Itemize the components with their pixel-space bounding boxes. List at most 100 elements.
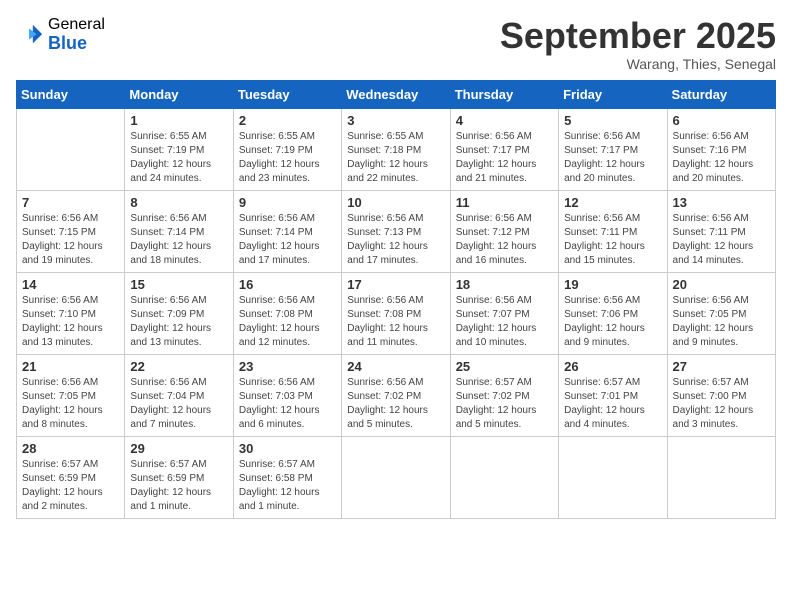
page-header: General Blue September 2025 Warang, Thie… [16,16,776,72]
day-number: 29 [130,441,227,456]
calendar-day-cell: 20 Sunrise: 6:56 AM Sunset: 7:05 PM Dayli… [667,272,775,354]
day-info: Sunrise: 6:57 AM Sunset: 7:02 PM Dayligh… [456,376,553,432]
logo-general: General [48,16,105,34]
day-info: Sunrise: 6:56 AM Sunset: 7:13 PM Dayligh… [347,212,444,268]
day-info: Sunrise: 6:56 AM Sunset: 7:17 PM Dayligh… [564,130,661,186]
calendar-day-cell: 3 Sunrise: 6:55 AM Sunset: 7:18 PM Daylig… [342,108,450,190]
calendar-day-cell: 18Sunrise: 6:56 AM Sunset: 7:07 PM Dayli… [450,272,558,354]
day-info: Sunrise: 6:56 AM Sunset: 7:08 PM Dayligh… [239,294,336,350]
calendar-day-cell: 30Sunrise: 6:57 AM Sunset: 6:58 PM Dayli… [233,436,341,518]
day-number: 4 [456,113,553,128]
day-info: Sunrise: 6:57 AM Sunset: 7:00 PM Dayligh… [673,376,770,432]
calendar-day-cell: 16 Sunrise: 6:56 AM Sunset: 7:08 PM Dayli… [233,272,341,354]
calendar-day-cell: 29 Sunrise: 6:57 AM Sunset: 6:59 PM Dayli… [125,436,233,518]
day-info: Sunrise: 6:56 AM Sunset: 7:07 PM Dayligh… [456,294,553,350]
logo-icon [16,21,44,49]
day-number: 21 [22,359,119,374]
day-info: Sunrise: 6:55 AM Sunset: 7:18 PM Dayligh… [347,130,444,186]
day-number: 17 [347,277,444,292]
day-number: 7 [22,195,119,210]
day-info: Sunrise: 6:56 AM Sunset: 7:16 PM Dayligh… [673,130,770,186]
calendar-week-row: 7 Sunrise: 6:56 AM Sunset: 7:15 PM Daylig… [17,190,776,272]
calendar-day-cell: 21 Sunrise: 6:56 AM Sunset: 7:05 PM Dayli… [17,354,125,436]
calendar-col-header: Wednesday [342,80,450,108]
day-number: 25 [456,359,553,374]
day-number: 2 [239,113,336,128]
day-info: Sunrise: 6:56 AM Sunset: 7:02 PM Dayligh… [347,376,444,432]
calendar-week-row: 28 Sunrise: 6:57 AM Sunset: 6:59 PM Dayli… [17,436,776,518]
calendar-col-header: Tuesday [233,80,341,108]
calendar-day-cell: 9 Sunrise: 6:56 AM Sunset: 7:14 PM Daylig… [233,190,341,272]
calendar-col-header: Monday [125,80,233,108]
day-number: 28 [22,441,119,456]
logo: General Blue [16,16,105,53]
day-info: Sunrise: 6:56 AM Sunset: 7:15 PM Dayligh… [22,212,119,268]
calendar-day-cell: 23 Sunrise: 6:56 AM Sunset: 7:03 PM Dayli… [233,354,341,436]
day-info: Sunrise: 6:55 AM Sunset: 7:19 PM Dayligh… [239,130,336,186]
day-number: 6 [673,113,770,128]
calendar-day-cell: 5 Sunrise: 6:56 AM Sunset: 7:17 PM Daylig… [559,108,667,190]
calendar-day-cell: 1Sunrise: 6:55 AM Sunset: 7:19 PM Daylig… [125,108,233,190]
day-info: Sunrise: 6:56 AM Sunset: 7:11 PM Dayligh… [564,212,661,268]
calendar-day-cell: 24 Sunrise: 6:56 AM Sunset: 7:02 PM Dayli… [342,354,450,436]
day-info: Sunrise: 6:56 AM Sunset: 7:06 PM Dayligh… [564,294,661,350]
day-info: Sunrise: 6:56 AM Sunset: 7:03 PM Dayligh… [239,376,336,432]
calendar-day-cell: 22 Sunrise: 6:56 AM Sunset: 7:04 PM Dayli… [125,354,233,436]
day-info: Sunrise: 6:56 AM Sunset: 7:09 PM Dayligh… [130,294,227,350]
day-info: Sunrise: 6:56 AM Sunset: 7:08 PM Dayligh… [347,294,444,350]
day-number: 24 [347,359,444,374]
day-info: Sunrise: 6:56 AM Sunset: 7:11 PM Dayligh… [673,212,770,268]
month-title: September 2025 [500,16,776,56]
calendar-col-header: Thursday [450,80,558,108]
day-number: 26 [564,359,661,374]
calendar-day-cell: 2 Sunrise: 6:55 AM Sunset: 7:19 PM Daylig… [233,108,341,190]
day-number: 19 [564,277,661,292]
day-info: Sunrise: 6:55 AM Sunset: 7:19 PM Dayligh… [130,130,227,186]
logo-blue: Blue [48,34,105,54]
calendar-day-cell: 13 Sunrise: 6:56 AM Sunset: 7:11 PM Dayli… [667,190,775,272]
calendar-table: SundayMondayTuesdayWednesdayThursdayFrid… [16,80,776,519]
day-info: Sunrise: 6:56 AM Sunset: 7:10 PM Dayligh… [22,294,119,350]
day-number: 10 [347,195,444,210]
day-info: Sunrise: 6:57 AM Sunset: 6:59 PM Dayligh… [22,458,119,514]
day-number: 12 [564,195,661,210]
calendar-day-cell: 19 Sunrise: 6:56 AM Sunset: 7:06 PM Dayli… [559,272,667,354]
calendar-col-header: Sunday [17,80,125,108]
day-number: 11 [456,195,553,210]
calendar-day-cell: 15 Sunrise: 6:56 AM Sunset: 7:09 PM Dayli… [125,272,233,354]
day-info: Sunrise: 6:56 AM Sunset: 7:14 PM Dayligh… [239,212,336,268]
day-info: Sunrise: 6:56 AM Sunset: 7:04 PM Dayligh… [130,376,227,432]
calendar-day-cell: 25 Sunrise: 6:57 AM Sunset: 7:02 PM Dayli… [450,354,558,436]
day-info: Sunrise: 6:56 AM Sunset: 7:05 PM Dayligh… [22,376,119,432]
day-number: 27 [673,359,770,374]
day-info: Sunrise: 6:57 AM Sunset: 6:58 PM Dayligh… [239,458,336,514]
day-number: 8 [130,195,227,210]
day-number: 20 [673,277,770,292]
calendar-col-header: Friday [559,80,667,108]
title-section: September 2025 Warang, Thies, Senegal [500,16,776,72]
location: Warang, Thies, Senegal [500,56,776,72]
day-info: Sunrise: 6:56 AM Sunset: 7:05 PM Dayligh… [673,294,770,350]
day-number: 9 [239,195,336,210]
day-number: 13 [673,195,770,210]
calendar-day-cell: 17 Sunrise: 6:56 AM Sunset: 7:08 PM Dayli… [342,272,450,354]
calendar-week-row: 1Sunrise: 6:55 AM Sunset: 7:19 PM Daylig… [17,108,776,190]
day-info: Sunrise: 6:57 AM Sunset: 6:59 PM Dayligh… [130,458,227,514]
day-number: 23 [239,359,336,374]
day-info: Sunrise: 6:56 AM Sunset: 7:17 PM Dayligh… [456,130,553,186]
day-number: 14 [22,277,119,292]
day-number: 15 [130,277,227,292]
calendar-day-cell: 12 Sunrise: 6:56 AM Sunset: 7:11 PM Dayli… [559,190,667,272]
calendar-day-cell: 11Sunrise: 6:56 AM Sunset: 7:12 PM Dayli… [450,190,558,272]
day-info: Sunrise: 6:56 AM Sunset: 7:14 PM Dayligh… [130,212,227,268]
day-number: 22 [130,359,227,374]
day-number: 3 [347,113,444,128]
calendar-day-cell: 7 Sunrise: 6:56 AM Sunset: 7:15 PM Daylig… [17,190,125,272]
calendar-day-cell: 4 Sunrise: 6:56 AM Sunset: 7:17 PM Daylig… [450,108,558,190]
calendar-col-header: Saturday [667,80,775,108]
calendar-day-cell [342,436,450,518]
day-number: 16 [239,277,336,292]
calendar-day-cell [559,436,667,518]
day-number: 5 [564,113,661,128]
calendar-day-cell: 8 Sunrise: 6:56 AM Sunset: 7:14 PM Daylig… [125,190,233,272]
